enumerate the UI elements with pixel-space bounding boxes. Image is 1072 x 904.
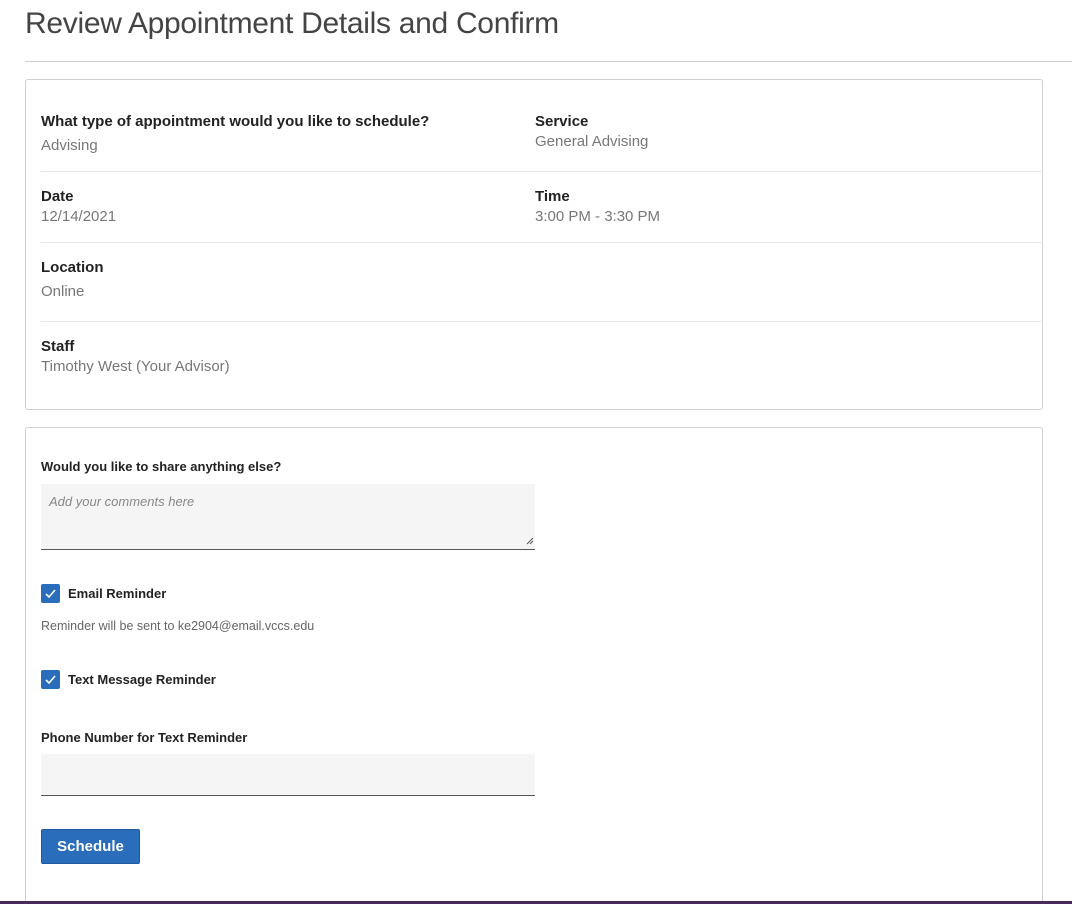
- details-row-location: Location Online: [41, 258, 1043, 322]
- email-reminder-row: Email Reminder: [41, 584, 166, 603]
- text-reminder-label: Text Message Reminder: [68, 672, 216, 687]
- email-reminder-label: Email Reminder: [68, 586, 167, 601]
- appointment-type-value: Advising: [41, 137, 98, 154]
- appointment-form-panel: Would you like to share anything else? E…: [25, 427, 1043, 904]
- details-row-date-time: Date 12/14/2021 Time 3:00 PM - 3:30 PM: [41, 187, 1043, 243]
- check-icon: [45, 589, 56, 599]
- appointment-type-field: What type of appointment would you like …: [41, 112, 429, 156]
- details-row-staff: Staff Timothy West (Your Advisor): [41, 337, 1043, 382]
- date-label: Date: [41, 188, 74, 205]
- service-field: Service General Advising: [535, 112, 648, 152]
- staff-value: Timothy West (Your Advisor): [41, 358, 230, 375]
- location-label: Location: [41, 259, 104, 276]
- service-label: Service: [535, 113, 589, 130]
- check-icon: [45, 675, 56, 685]
- date-value: 12/14/2021: [41, 208, 117, 225]
- date-field: Date 12/14/2021: [41, 187, 116, 227]
- location-field: Location Online: [41, 258, 104, 302]
- page-title: Review Appointment Details and Confirm: [25, 7, 559, 40]
- schedule-button[interactable]: Schedule: [41, 829, 140, 864]
- text-reminder-checkbox[interactable]: [41, 670, 60, 689]
- time-field: Time 3:00 PM - 3:30 PM: [535, 187, 660, 227]
- staff-label: Staff: [41, 338, 75, 355]
- details-row-type-service: What type of appointment would you like …: [41, 112, 1043, 172]
- text-reminder-row: Text Message Reminder: [41, 670, 216, 689]
- email-reminder-hint: Reminder will be sent to ke2904@email.vc…: [41, 619, 315, 633]
- service-value: General Advising: [535, 133, 649, 150]
- staff-field: Staff Timothy West (Your Advisor): [41, 337, 230, 377]
- time-label: Time: [535, 188, 570, 205]
- email-reminder-checkbox[interactable]: [41, 584, 60, 603]
- appointment-details-panel: What type of appointment would you like …: [25, 79, 1043, 410]
- location-value: Online: [41, 283, 85, 300]
- time-value: 3:00 PM - 3:30 PM: [535, 208, 661, 225]
- phone-label: Phone Number for Text Reminder: [41, 730, 248, 745]
- comments-textarea[interactable]: [41, 484, 535, 550]
- resize-grip-icon[interactable]: [526, 537, 534, 545]
- appointment-type-label: What type of appointment would you like …: [41, 113, 430, 130]
- title-divider: [25, 61, 1072, 62]
- comments-label: Would you like to share anything else?: [41, 459, 282, 474]
- phone-input[interactable]: [41, 754, 535, 796]
